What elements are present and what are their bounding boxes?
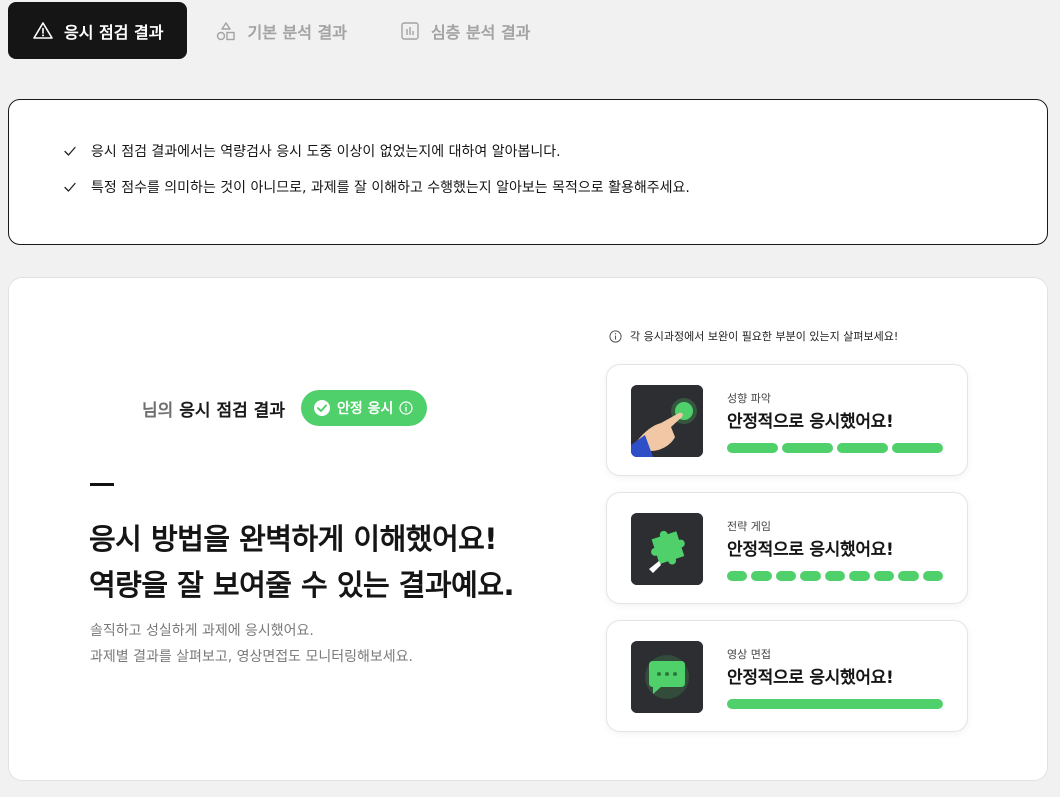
result-card: 님의 응시 점검 결과 안정 응시 응시 방법을 완벽하게 이해했어요! 역량을… bbox=[8, 277, 1048, 781]
bar-chart-icon bbox=[399, 20, 421, 42]
check-icon bbox=[63, 144, 77, 158]
tab-label: 심층 분석 결과 bbox=[430, 22, 531, 42]
progress-segment bbox=[849, 571, 870, 581]
tab-label: 응시 점검 결과 bbox=[64, 22, 164, 42]
hint-label: 각 응시과정에서 보완이 필요한 부분이 있는지 살펴보세요! bbox=[630, 330, 899, 343]
task-progress bbox=[727, 699, 943, 709]
description-line: 과제별 결과를 살펴보고, 영상면접도 모니터링해보세요. bbox=[90, 649, 413, 665]
task-card-personality[interactable]: 성향 파악 안정적으로 응시했어요! bbox=[606, 364, 968, 476]
progress-segment bbox=[727, 443, 778, 453]
progress-segment bbox=[824, 571, 846, 581]
chat-bubble-icon bbox=[631, 641, 703, 713]
task-label: 영상 면접 bbox=[727, 648, 771, 661]
puzzle-icon bbox=[631, 513, 703, 585]
task-progress bbox=[727, 571, 943, 581]
result-headline: 응시 방법을 완벽하게 이해했어요! 역량을 잘 보여줄 수 있는 결과예요. bbox=[89, 516, 515, 608]
info-text: 응시 점검 결과에서는 역량검사 응시 도중 이상이 없었는지에 대하여 알아봅… bbox=[91, 144, 561, 160]
task-label: 성향 파악 bbox=[727, 392, 771, 405]
info-notice: 응시 점검 결과에서는 역량검사 응시 도중 이상이 없었는지에 대하여 알아봅… bbox=[8, 99, 1048, 245]
tab-label: 기본 분석 결과 bbox=[247, 22, 347, 42]
result-title-text: 응시 점검 결과 bbox=[179, 400, 285, 421]
status-badge[interactable]: 안정 응시 bbox=[300, 390, 428, 426]
task-progress bbox=[727, 443, 943, 453]
result-description: 솔직하고 성실하게 과제에 응시했어요. 과제별 결과를 살펴보고, 영상면접도… bbox=[90, 618, 413, 670]
progress-segment bbox=[727, 699, 943, 709]
info-icon bbox=[399, 401, 413, 415]
info-item: 응시 점검 결과에서는 역량검사 응시 도중 이상이 없었는지에 대하여 알아봅… bbox=[63, 142, 1047, 160]
progress-segment bbox=[898, 571, 919, 581]
progress-segment bbox=[775, 571, 797, 581]
progress-segment bbox=[782, 443, 833, 453]
progress-segment bbox=[751, 571, 772, 581]
info-icon bbox=[609, 329, 622, 343]
progress-segment bbox=[837, 443, 888, 453]
progress-segment bbox=[922, 571, 943, 581]
check-circle-icon bbox=[313, 399, 331, 417]
check-icon bbox=[63, 180, 77, 194]
info-text: 특정 점수를 의미하는 것이 아니므로, 과제를 잘 이해하고 수행했는지 알아… bbox=[91, 180, 690, 196]
task-card-video-interview[interactable]: 영상 면접 안정적으로 응시했어요! bbox=[606, 620, 968, 732]
badge-label: 안정 응시 bbox=[336, 401, 394, 417]
progress-segment bbox=[892, 443, 943, 453]
tab-basic-analysis[interactable]: 기본 분석 결과 bbox=[191, 2, 370, 59]
tab-deep-analysis[interactable]: 심층 분석 결과 bbox=[375, 2, 554, 59]
result-title: 님의 응시 점검 결과 안정 응시 bbox=[142, 390, 428, 426]
shapes-icon bbox=[215, 20, 237, 42]
description-line: 솔직하고 성실하게 과제에 응시했어요. bbox=[90, 623, 314, 639]
hand-pointer-icon bbox=[631, 385, 703, 457]
task-status: 안정적으로 응시했어요! bbox=[727, 668, 894, 688]
task-label: 전략 게임 bbox=[727, 520, 771, 533]
task-card-strategy-game[interactable]: 전략 게임 안정적으로 응시했어요! bbox=[606, 492, 968, 604]
info-item: 특정 점수를 의미하는 것이 아니므로, 과제를 잘 이해하고 수행했는지 알아… bbox=[63, 178, 1047, 196]
progress-segment bbox=[873, 571, 895, 581]
progress-segment bbox=[727, 571, 748, 581]
headline-line: 역량을 잘 보여줄 수 있는 결과예요. bbox=[89, 568, 515, 602]
tab-check-result[interactable]: 응시 점검 결과 bbox=[8, 2, 188, 59]
owner-suffix: 님의 bbox=[142, 400, 174, 421]
hint-text: 각 응시과정에서 보완이 필요한 부분이 있는지 살펴보세요! bbox=[609, 328, 898, 344]
progress-segment bbox=[800, 571, 821, 581]
task-status: 안정적으로 응시했어요! bbox=[727, 540, 894, 560]
headline-line: 응시 방법을 완벽하게 이해했어요! bbox=[89, 522, 498, 556]
warning-icon bbox=[32, 20, 54, 42]
result-tabs: 응시 점검 결과 기본 분석 결과 심층 분석 결과 bbox=[8, 2, 554, 59]
divider-dash bbox=[90, 483, 114, 486]
task-status: 안정적으로 응시했어요! bbox=[727, 412, 894, 432]
